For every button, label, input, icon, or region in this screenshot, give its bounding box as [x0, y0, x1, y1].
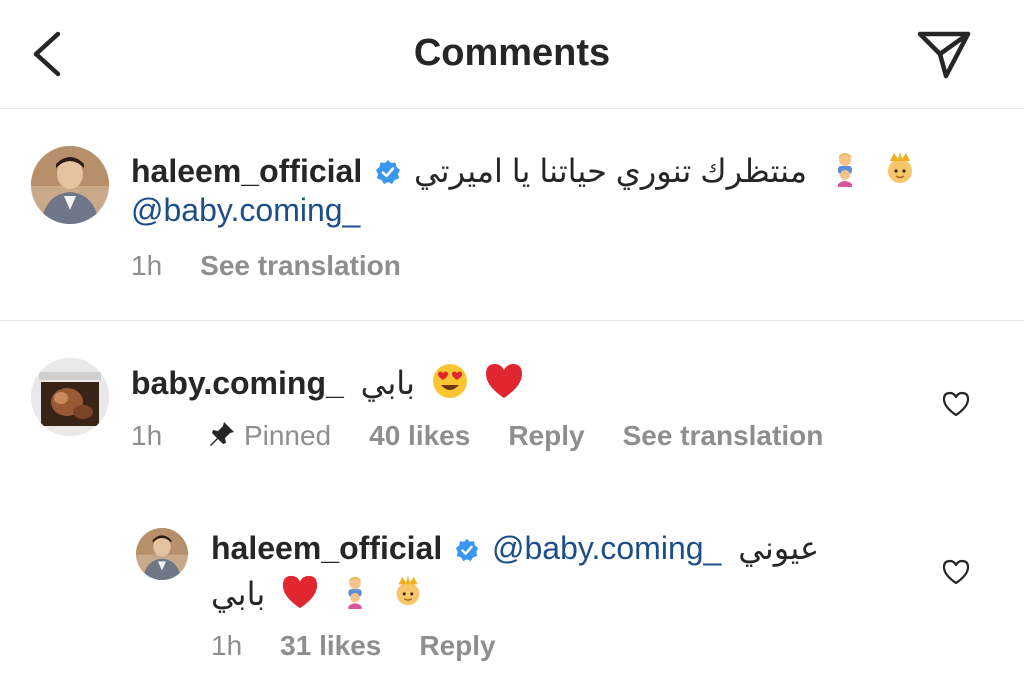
comment-username[interactable]: haleem_official: [131, 153, 362, 189]
reply-button[interactable]: Reply: [419, 629, 495, 663]
comment-time: 1h: [131, 250, 163, 281]
verified-badge-icon: [375, 154, 401, 194]
likes-count[interactable]: 31 likes: [280, 629, 381, 663]
avatar[interactable]: [31, 146, 109, 224]
see-translation-button[interactable]: See translation: [623, 419, 824, 453]
likes-count[interactable]: 40 likes: [369, 419, 470, 453]
comment-meta: 1h See translation: [131, 249, 401, 283]
comment-text: بابي: [360, 364, 415, 401]
princess-emoji-icon: [390, 574, 426, 619]
page-title: Comments: [413, 32, 611, 74]
heart-outline-icon: [942, 391, 970, 417]
red-heart-emoji-icon: [280, 573, 320, 620]
reply-line-1: haleem_official @baby.coming_ عيوني: [211, 528, 819, 571]
avatar[interactable]: [31, 358, 109, 436]
profile-photo-icon: [31, 146, 109, 224]
mention-link[interactable]: @baby.coming_: [492, 530, 721, 566]
pinned-label: Pinned: [243, 420, 332, 451]
comment-username[interactable]: baby.coming_: [131, 365, 344, 401]
family-emoji-icon: [826, 150, 864, 197]
reply-button[interactable]: Reply: [508, 419, 584, 453]
ultrasound-photo-icon: [31, 358, 109, 436]
paper-plane-icon: [917, 31, 971, 79]
family-emoji-icon: [337, 574, 373, 619]
like-button[interactable]: [941, 389, 971, 419]
comment-mention-line: @baby.coming_: [131, 190, 360, 230]
share-button[interactable]: [916, 28, 972, 80]
verified-badge-icon: [455, 531, 479, 571]
reply-meta: 1h 31 likes Reply: [211, 629, 496, 663]
profile-photo-icon: [136, 528, 188, 580]
mention-link[interactable]: @baby.coming_: [131, 192, 360, 228]
comment-line-2: baby.coming_ بابي: [131, 361, 525, 410]
red-heart-emoji-icon: [483, 361, 525, 410]
reply-time: 1h: [211, 630, 243, 661]
reply-username[interactable]: haleem_official: [211, 530, 442, 566]
princess-emoji-icon: [881, 150, 919, 197]
heart-eyes-emoji-icon: [430, 361, 470, 410]
section-divider: [0, 320, 1024, 321]
avatar[interactable]: [136, 528, 188, 580]
reply-text-2: بابي: [211, 575, 266, 612]
comment-time: 1h: [131, 420, 163, 451]
pin-icon: [208, 420, 236, 456]
see-translation-button[interactable]: See translation: [200, 249, 401, 283]
heart-outline-icon: [942, 559, 970, 585]
comment-text: منتظرك تنوري حياتنا يا اميرتي: [413, 152, 807, 189]
reply-text: عيوني: [738, 530, 820, 566]
like-button[interactable]: [941, 557, 971, 587]
comment-meta: 1h Pinned 40 likes Reply See translation: [131, 419, 823, 456]
reply-line-2: بابي: [211, 573, 426, 620]
header-bar: Comments: [0, 0, 1024, 109]
